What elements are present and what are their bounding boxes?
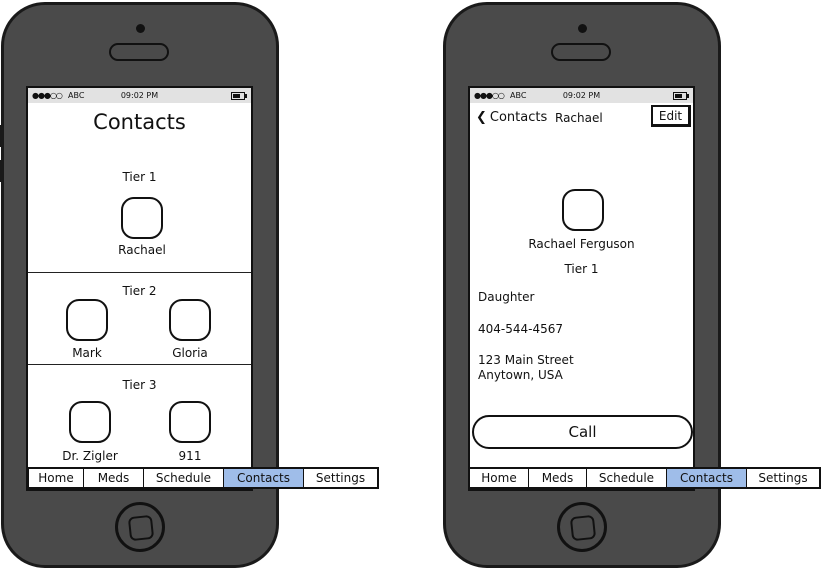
contact-name-dr-zigler[interactable]: Dr. Zigler <box>45 449 135 463</box>
home-button-icon <box>569 514 597 542</box>
tab-meds[interactable]: Meds <box>84 469 144 487</box>
tab-home[interactable]: Home <box>29 469 84 487</box>
contact-avatar-gloria[interactable] <box>169 299 211 341</box>
nav-title: Rachael <box>555 111 603 125</box>
status-time: 09:02 PM <box>120 91 159 100</box>
contact-detail-screen: ●●●○○ ABC 09:02 PM ❮ Contacts Rachael Edi… <box>468 86 695 491</box>
tier-label: Tier 2 <box>122 284 157 298</box>
side-button <box>0 160 3 182</box>
status-bar: ●●●○○ ABC 09:02 PM <box>470 88 693 103</box>
tier-divider <box>28 364 251 365</box>
tab-home[interactable]: Home <box>470 469 529 487</box>
contact-tier: Tier 1 <box>564 262 599 276</box>
back-button-label: Contacts <box>489 110 548 125</box>
chevron-left-icon: ❮ <box>476 110 487 125</box>
contact-relationship: Daughter <box>478 290 535 304</box>
home-hardware-button[interactable] <box>557 502 607 552</box>
contact-avatar-rachael[interactable] <box>121 197 163 239</box>
contact-phone[interactable]: 404-544-4567 <box>478 322 563 337</box>
tab-contacts[interactable]: Contacts <box>224 469 304 487</box>
call-button[interactable]: Call <box>472 415 693 449</box>
tier-divider <box>28 272 251 273</box>
tab-schedule[interactable]: Schedule <box>587 469 667 487</box>
contact-address-line2: Anytown, USA <box>478 368 563 382</box>
contact-address-line1: 123 Main Street <box>478 353 574 367</box>
home-hardware-button[interactable] <box>115 502 165 552</box>
speaker-grille <box>551 43 611 61</box>
contact-name-mark[interactable]: Mark <box>42 346 132 360</box>
contact-name-gloria[interactable]: Gloria <box>145 346 235 360</box>
tab-schedule[interactable]: Schedule <box>144 469 224 487</box>
contact-avatar-dr-zigler[interactable] <box>69 401 111 443</box>
status-time: 09:02 PM <box>562 91 601 100</box>
side-button <box>0 125 3 147</box>
contacts-list-screen: ●●●○○ ABC 09:02 PM Contacts Tier 1 Racha… <box>26 86 253 491</box>
tab-settings[interactable]: Settings <box>747 469 819 487</box>
contact-name-rachael[interactable]: Rachael <box>97 243 187 257</box>
tab-bar-left: Home Meds Schedule Contacts Settings <box>27 467 379 489</box>
contact-name-911[interactable]: 911 <box>145 449 235 463</box>
speaker-grille <box>109 43 169 61</box>
edit-button[interactable]: Edit <box>651 105 691 127</box>
tier-label: Tier 1 <box>122 170 157 184</box>
contact-avatar-911[interactable] <box>169 401 211 443</box>
back-button[interactable]: ❮ Contacts <box>476 110 547 125</box>
camera-icon <box>136 24 145 33</box>
battery-icon <box>673 92 689 100</box>
status-bar: ●●●○○ ABC 09:02 PM <box>28 88 251 103</box>
contact-avatar-mark[interactable] <box>66 299 108 341</box>
home-button-icon <box>127 514 155 542</box>
contact-full-name: Rachael Ferguson <box>528 237 635 251</box>
camera-icon <box>578 24 587 33</box>
contact-avatar <box>562 189 604 231</box>
page-title: Contacts <box>93 110 186 134</box>
tab-settings[interactable]: Settings <box>304 469 377 487</box>
tier-label: Tier 3 <box>122 378 157 392</box>
tab-contacts[interactable]: Contacts <box>667 469 747 487</box>
tab-bar-right: Home Meds Schedule Contacts Settings <box>468 467 821 489</box>
tab-meds[interactable]: Meds <box>529 469 587 487</box>
battery-icon <box>231 92 247 100</box>
